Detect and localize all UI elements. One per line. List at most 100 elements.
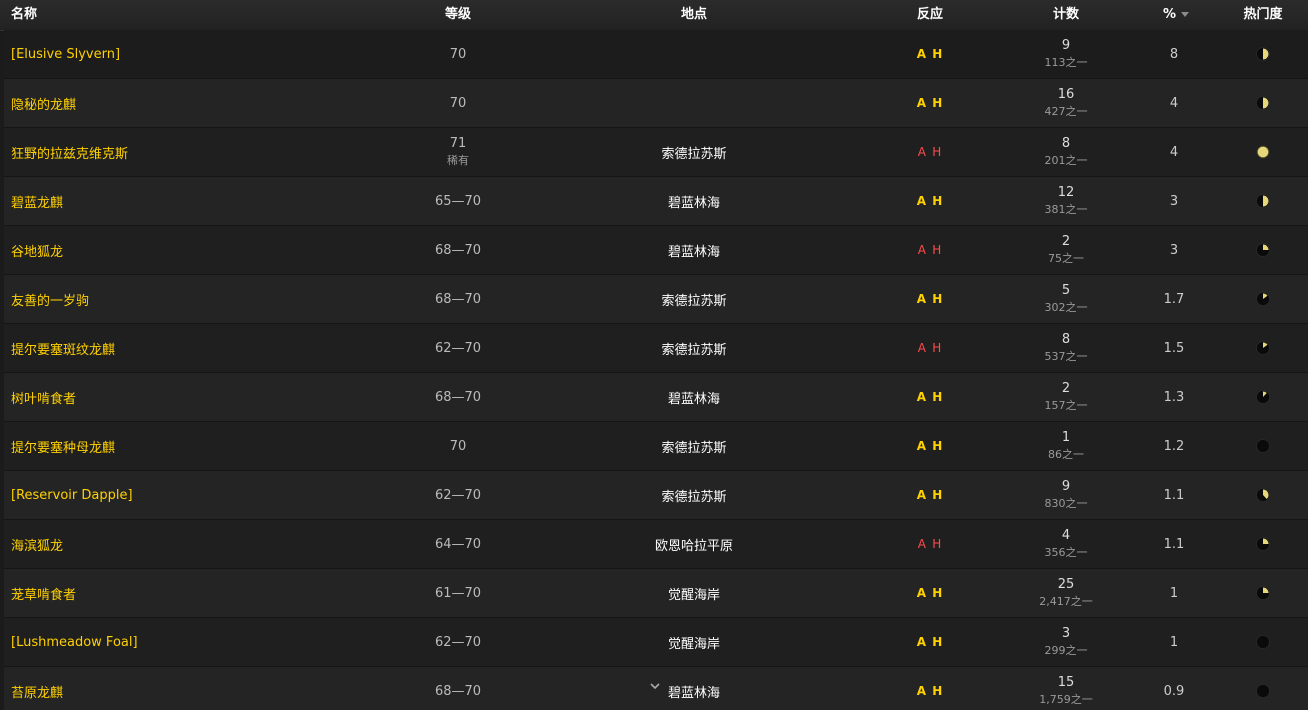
location-link[interactable]: 觉醒海岸 xyxy=(574,569,814,617)
location-link[interactable]: 碧蓝林海 xyxy=(574,667,814,710)
table-row[interactable]: [Elusive Slyvern] 70 A H 9 113之一 8 xyxy=(4,30,1308,79)
npc-name-link[interactable]: [Lushmeadow Foal] xyxy=(11,618,138,666)
location-link[interactable]: 索德拉苏斯 xyxy=(574,324,814,372)
reaction-indicators: A H xyxy=(917,47,944,61)
reaction-cell: A H xyxy=(890,79,970,127)
reaction-horde: H xyxy=(932,537,943,551)
reaction-indicators: A H xyxy=(917,586,944,600)
location-link[interactable]: 索德拉苏斯 xyxy=(574,471,814,519)
npc-name-link[interactable]: 友善的一岁驹 xyxy=(11,275,89,323)
location-link[interactable]: 欧恩哈拉平原 xyxy=(574,520,814,568)
column-header-reaction[interactable]: 反应 xyxy=(890,0,970,30)
level-cell: 71 稀有 xyxy=(378,128,538,176)
level-value: 61—70 xyxy=(434,585,482,601)
count-value: 8 xyxy=(1061,332,1071,347)
level-cell: 65—70 xyxy=(378,177,538,225)
npc-name-link[interactable]: 谷地狐龙 xyxy=(11,226,63,274)
table-row[interactable]: 友善的一岁驹 68—70 索德拉苏斯 A H 5 302之一 1.7 xyxy=(4,275,1308,324)
reaction-alliance: A xyxy=(916,586,928,600)
level-value: 68—70 xyxy=(434,291,482,307)
level-value: 64—70 xyxy=(434,536,482,552)
table-row[interactable]: [Lushmeadow Foal] 62—70 觉醒海岸 A H 3 299之一 1 xyxy=(4,618,1308,667)
level-value: 62—70 xyxy=(434,340,482,356)
table-row[interactable]: 海滨狐龙 64—70 欧恩哈拉平原 A H 4 356之一 1.1 xyxy=(4,520,1308,569)
location-link[interactable]: 觉醒海岸 xyxy=(574,618,814,666)
popularity-pie-icon xyxy=(1242,471,1284,519)
level-cell: 68—70 xyxy=(378,226,538,274)
column-header-count[interactable]: 计数 xyxy=(986,0,1146,30)
reaction-cell: A H xyxy=(890,226,970,274)
reaction-alliance: A xyxy=(917,537,927,551)
count-value: 8 xyxy=(1061,136,1071,151)
table-row[interactable]: 谷地狐龙 68—70 碧蓝林海 A H 2 75之一 3 xyxy=(4,226,1308,275)
column-header-level[interactable]: 等级 xyxy=(374,0,542,30)
reaction-alliance: A xyxy=(917,341,927,355)
percent-value: 1.2 xyxy=(1163,438,1185,454)
popularity-pie-icon xyxy=(1242,128,1284,176)
reaction-horde: H xyxy=(932,684,944,698)
reaction-indicators: A H xyxy=(918,341,942,355)
count-value: 4 xyxy=(1061,528,1071,543)
table-row[interactable]: 隐秘的龙麒 70 A H 16 427之一 4 xyxy=(4,79,1308,128)
level-value: 65—70 xyxy=(434,193,482,209)
npc-name-link[interactable]: [Reservoir Dapple] xyxy=(11,471,133,519)
level-cell: 61—70 xyxy=(378,569,538,617)
npc-name-link[interactable]: 茏草啃食者 xyxy=(11,569,76,617)
level-value: 62—70 xyxy=(434,487,482,503)
reaction-horde: H xyxy=(932,96,944,110)
level-value: 71 xyxy=(449,136,467,151)
npc-name-link[interactable]: 提尔要塞种母龙麒 xyxy=(11,422,115,470)
reaction-horde: H xyxy=(932,47,944,61)
npc-name-link[interactable]: 苔原龙麒 xyxy=(11,667,63,710)
location-link[interactable]: 索德拉苏斯 xyxy=(574,128,814,176)
percent-value: 4 xyxy=(1169,144,1179,160)
table-row[interactable]: [Reservoir Dapple] 62—70 索德拉苏斯 A H 9 830之一 1.1 xyxy=(4,471,1308,520)
table-row[interactable]: 提尔要塞种母龙麒 70 索德拉苏斯 A H 1 86之一 1.2 xyxy=(4,422,1308,471)
count-value: 3 xyxy=(1061,626,1071,641)
reaction-indicators: A H xyxy=(918,537,942,551)
table-row[interactable]: 树叶啃食者 68—70 碧蓝林海 A H 2 157之一 1.3 xyxy=(4,373,1308,422)
column-header-percent[interactable]: % xyxy=(1126,0,1226,30)
location-link[interactable]: 碧蓝林海 xyxy=(574,373,814,421)
percent-value: 1.5 xyxy=(1163,340,1185,356)
level-cell: 70 xyxy=(378,79,538,127)
column-header-location[interactable]: 地点 xyxy=(574,0,814,30)
location-link[interactable]: 碧蓝林海 xyxy=(574,177,814,225)
npc-name-link[interactable]: 树叶啃食者 xyxy=(11,373,76,421)
reaction-horde: H xyxy=(932,390,944,404)
reaction-cell: A H xyxy=(890,569,970,617)
popularity-pie-icon xyxy=(1242,569,1284,617)
reaction-cell: A H xyxy=(890,520,970,568)
reaction-indicators: A H xyxy=(917,194,944,208)
reaction-cell: A H xyxy=(890,324,970,372)
percent-value: 4 xyxy=(1169,95,1179,111)
table-row[interactable]: 狂野的拉兹克维克斯 71 稀有 索德拉苏斯 A H 8 201之一 4 xyxy=(4,128,1308,177)
column-header-popularity[interactable]: 热门度 xyxy=(1222,0,1304,30)
column-header-name[interactable]: 名称 xyxy=(11,0,37,30)
chevron-down-icon[interactable] xyxy=(650,681,660,691)
npc-name-link[interactable]: 碧蓝龙麒 xyxy=(11,177,63,225)
table-row[interactable]: 茏草啃食者 61—70 觉醒海岸 A H 25 2,417之一 1 xyxy=(4,569,1308,618)
count-total: 830之一 xyxy=(1044,497,1088,510)
reaction-cell: A H xyxy=(890,177,970,225)
location-link[interactable] xyxy=(574,30,814,78)
location-link[interactable]: 索德拉苏斯 xyxy=(574,422,814,470)
npc-name-link[interactable]: 提尔要塞斑纹龙麒 xyxy=(11,324,115,372)
npc-name-link[interactable]: 隐秘的龙麒 xyxy=(11,79,76,127)
npc-name-link[interactable]: [Elusive Slyvern] xyxy=(11,30,120,78)
location-link[interactable]: 碧蓝林海 xyxy=(574,226,814,274)
location-link[interactable] xyxy=(574,79,814,127)
location-link[interactable]: 索德拉苏斯 xyxy=(574,275,814,323)
popularity-pie-icon xyxy=(1242,520,1284,568)
percent-value: 3 xyxy=(1169,193,1179,209)
level-value: 68—70 xyxy=(434,389,482,405)
table-row[interactable]: 提尔要塞斑纹龙麒 62—70 索德拉苏斯 A H 8 537之一 1.5 xyxy=(4,324,1308,373)
npc-name-link[interactable]: 海滨狐龙 xyxy=(11,520,63,568)
level-cell: 64—70 xyxy=(378,520,538,568)
reaction-cell: A H xyxy=(890,618,970,666)
level-cell: 68—70 xyxy=(378,373,538,421)
level-cell: 68—70 xyxy=(378,275,538,323)
table-row[interactable]: 碧蓝龙麒 65—70 碧蓝林海 A H 12 381之一 3 xyxy=(4,177,1308,226)
npc-name-link[interactable]: 狂野的拉兹克维克斯 xyxy=(11,128,128,176)
count-total: 113之一 xyxy=(1044,56,1088,69)
